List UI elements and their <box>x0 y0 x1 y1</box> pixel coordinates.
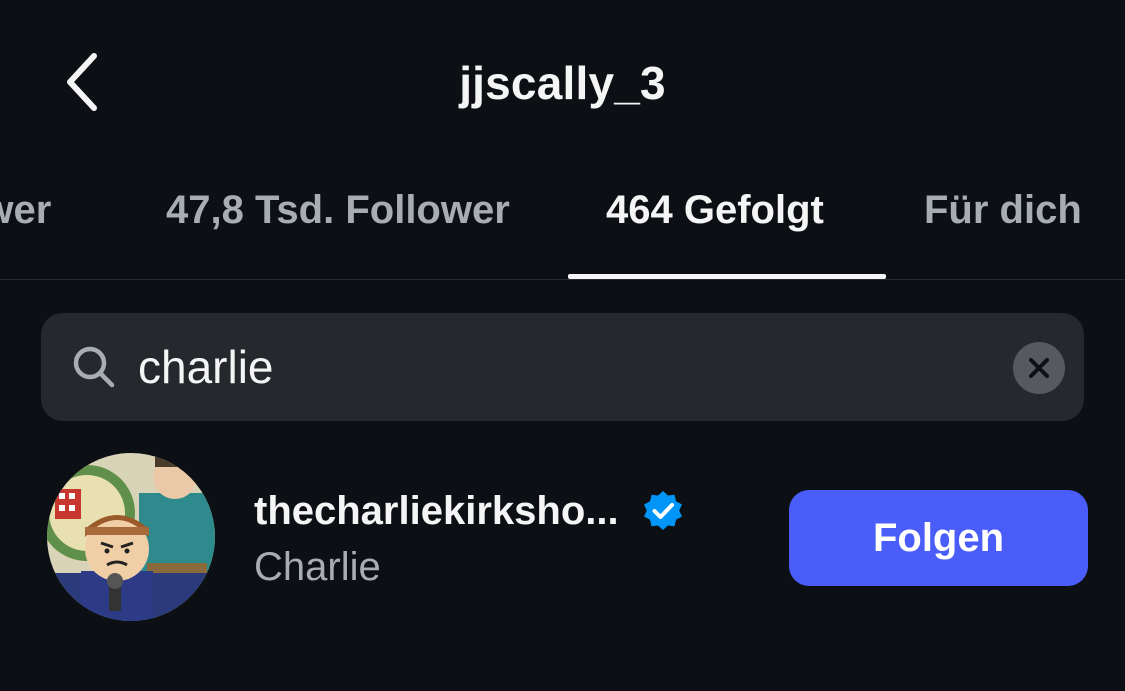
clear-search-button[interactable] <box>1013 342 1065 394</box>
avatar-image <box>47 453 215 621</box>
top-bar: jjscally_3 <box>0 0 1125 160</box>
close-icon <box>1029 358 1049 378</box>
username-row: thecharliekirksho... <box>254 486 685 536</box>
result-username[interactable]: thecharliekirksho... <box>254 489 619 534</box>
result-full-name: Charlie <box>254 545 381 589</box>
follow-button[interactable]: Folgen <box>789 490 1088 586</box>
tab-previous[interactable]: ower <box>0 188 51 233</box>
tab-followers[interactable]: 47,8 Tsd. Follower <box>166 188 510 233</box>
search-input[interactable] <box>138 335 988 399</box>
active-tab-indicator <box>568 274 886 279</box>
search-icon <box>73 346 115 388</box>
verified-badge-icon <box>643 491 682 530</box>
tab-bar: ower 47,8 Tsd. Follower 464 Gefolgt Für … <box>0 160 1125 280</box>
tab-for-you[interactable]: Für dich <box>924 188 1082 233</box>
page-title: jjscally_3 <box>459 57 666 109</box>
tab-following[interactable]: 464 Gefolgt <box>606 188 824 233</box>
avatar[interactable] <box>47 453 215 621</box>
